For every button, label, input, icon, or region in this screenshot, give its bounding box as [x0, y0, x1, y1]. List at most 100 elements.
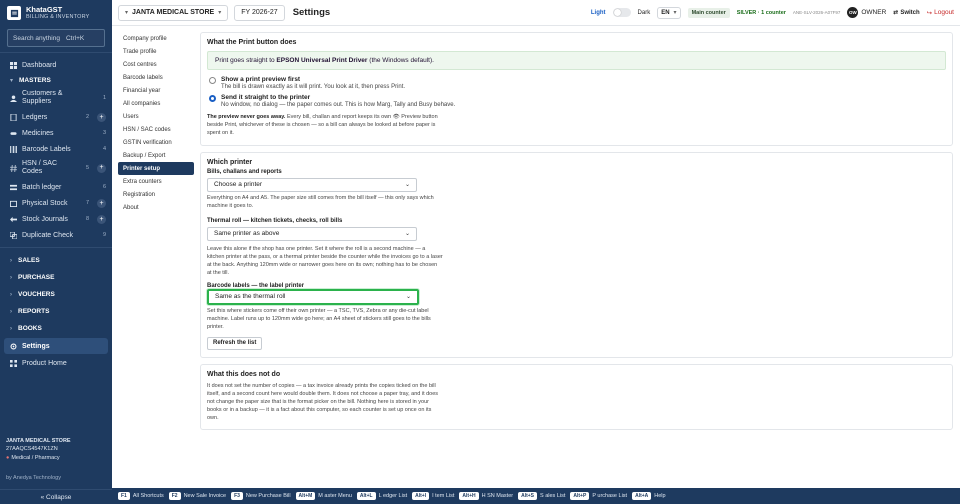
sidebar-group-sales[interactable]: › SALES: [0, 252, 112, 269]
theme-toggle[interactable]: [612, 8, 631, 17]
shortcut-item[interactable]: Alt+I I tem List: [412, 492, 454, 500]
sidebar-item-duplicate-check[interactable]: Duplicate Check 9: [0, 227, 112, 243]
field-label: Bills, challans and reports: [207, 168, 282, 175]
thermal-printer-select[interactable]: Same printer as above ⌄: [207, 226, 417, 241]
chevron-down-icon: ▾: [673, 10, 677, 16]
sidebar-item-physical-stock[interactable]: Physical Stock 7 +: [0, 195, 112, 211]
shortcut-item[interactable]: Alt+H H SN Master: [459, 492, 513, 500]
shortcut-key: F3: [231, 492, 243, 500]
label-printer-select[interactable]: Same as the thermal roll ⌄: [207, 288, 419, 305]
shortcut-number: 9: [102, 232, 106, 238]
sidebar-group-vouchers[interactable]: › VOUCHERS: [0, 286, 112, 303]
org-name: JANTA MEDICAL STORE: [6, 438, 71, 444]
sidebar-item-hsn-sac[interactable]: HSN / SAC Codes 5 +: [0, 157, 112, 179]
search-shortcut: Ctrl+K: [65, 34, 85, 42]
add-hsn-button[interactable]: +: [97, 163, 106, 173]
add-physical-stock-button[interactable]: +: [97, 198, 106, 208]
brand-subtitle: BILLING & INVENTORY: [26, 14, 90, 21]
settings-nav-item[interactable]: Company profile: [118, 32, 194, 45]
collapse-button[interactable]: « Collapse: [0, 489, 112, 504]
sidebar-item-medicines[interactable]: Medicines 3: [0, 125, 112, 141]
settings-nav-item[interactable]: Trade profile: [118, 45, 194, 58]
settings-nav-item[interactable]: All companies: [118, 97, 194, 110]
user-menu[interactable]: OW OWNER: [847, 7, 886, 18]
option-preview[interactable]: Show a print preview first The bill is d…: [209, 76, 944, 90]
shortcut-item[interactable]: F1 All Shortcuts: [118, 492, 164, 500]
sidebar-item-batch-ledger[interactable]: Batch ledger 6: [0, 179, 112, 195]
sidebar-item-product-home[interactable]: Product Home: [0, 355, 112, 372]
settings-nav-item[interactable]: Extra counters: [118, 175, 194, 188]
shortcut-number: 5: [85, 164, 89, 171]
add-stock-journal-button[interactable]: +: [97, 214, 106, 224]
counter-badge[interactable]: Main counter: [687, 7, 730, 18]
journal-icon: [10, 216, 17, 223]
sidebar-item-label: Physical Stock: [22, 199, 68, 207]
shortcut-number: 8: [85, 216, 89, 222]
chevron-down-icon: ⌄: [405, 294, 411, 301]
shortcut-number: 2: [85, 114, 89, 120]
company-selector[interactable]: ▾ JANTA MEDICAL STORE ▾: [118, 4, 229, 21]
shortcut-key: F1: [118, 492, 130, 500]
sidebar-item-ledgers[interactable]: Ledgers 2 +: [0, 109, 112, 125]
settings-nav-item[interactable]: Barcode labels: [118, 71, 194, 84]
sidebar-item-dashboard[interactable]: Dashboard: [0, 57, 112, 73]
settings-nav-item[interactable]: Cost centres: [118, 58, 194, 71]
search-input[interactable]: Search anything Ctrl+K: [7, 29, 105, 47]
shortcut-label: P urchase List: [592, 493, 628, 499]
shortcut-key: Alt+P: [570, 492, 590, 500]
shortcut-item[interactable]: Alt+M M aster Menu: [295, 492, 352, 500]
shortcut-label: New Sale Invoice: [183, 493, 227, 499]
sidebar-group-purchase[interactable]: › PURCHASE: [0, 269, 112, 286]
sidebar-item-stock-journals[interactable]: Stock Journals 8 +: [0, 211, 112, 227]
sidebar-group-masters[interactable]: ▾ MASTERS: [0, 73, 112, 87]
theme-dark-label: Dark: [637, 9, 651, 16]
logout-button[interactable]: ↪ Logout: [927, 9, 954, 17]
settings-nav-item[interactable]: Financial year: [118, 84, 194, 97]
settings-nav-item[interactable]: GSTIN verification: [118, 136, 194, 149]
settings-nav-item[interactable]: Backup / Export: [118, 149, 194, 162]
language-selector[interactable]: EN ▾: [657, 6, 681, 19]
radio-preview[interactable]: [209, 77, 216, 84]
shortcut-key: Alt+M: [295, 492, 316, 500]
body-text: It does not set the number of copies — a…: [207, 382, 439, 421]
shortcut-item[interactable]: Alt+L L edger List: [356, 492, 407, 500]
sidebar-item-label: Medicines: [22, 129, 54, 137]
option-direct[interactable]: Send it straight to the printer No windo…: [209, 94, 944, 108]
banner-text: (the Windows default).: [367, 57, 434, 64]
company-name: JANTA MEDICAL STORE: [132, 9, 215, 16]
bills-printer-select[interactable]: Choose a printer ⌄: [207, 177, 417, 192]
language-value: EN: [661, 9, 670, 16]
radio-direct[interactable]: [209, 95, 216, 102]
shortcut-key: F2: [168, 492, 181, 500]
refresh-list-button[interactable]: Refresh the list: [207, 336, 263, 350]
fy-selector[interactable]: FY 2026-27: [234, 4, 285, 21]
option-title: Show a print preview first: [221, 76, 301, 83]
sidebar-item-settings[interactable]: Settings: [4, 338, 108, 354]
settings-nav-item[interactable]: Registration: [118, 188, 194, 201]
sidebar-group-books[interactable]: › BOOKS: [0, 320, 112, 337]
status-banner: Print goes straight to EPSON Universal P…: [207, 51, 946, 70]
sidebar-item-barcode-labels[interactable]: Barcode Labels 4: [0, 141, 112, 157]
shortcut-item[interactable]: Alt+P P urchase List: [570, 492, 627, 500]
settings-nav-item[interactable]: HSN / SAC codes: [118, 123, 194, 136]
settings-nav-item[interactable]: Users: [118, 110, 194, 123]
brand[interactable]: KhataGST BILLING & INVENTORY: [0, 0, 112, 26]
shortcut-item[interactable]: F3 New Purchase Bill: [231, 492, 291, 500]
sidebar-item-label: Barcode Labels: [22, 145, 71, 153]
which-printer-card: Which printer Bills, challans and report…: [200, 151, 953, 358]
chevron-down-icon: ▾: [10, 77, 14, 84]
note-bold: The preview never goes away.: [207, 114, 286, 120]
shortcut-number: 1: [102, 94, 106, 101]
switch-button[interactable]: ⇄ Switch: [893, 9, 919, 17]
shortcut-item[interactable]: Alt+A Help: [632, 492, 666, 500]
shortcut-item[interactable]: Alt+S S ales List: [518, 492, 565, 500]
sidebar-item-customers-suppliers[interactable]: Customers & Suppliers 1: [0, 87, 112, 109]
sidebar-group-reports[interactable]: › REPORTS: [0, 303, 112, 320]
settings-nav-item[interactable]: About: [118, 201, 194, 214]
shortcut-item[interactable]: F2 New Sale Invoice: [168, 492, 227, 500]
sidebar-group-label: VOUCHERS: [18, 291, 55, 298]
add-ledger-button[interactable]: +: [97, 112, 106, 122]
settings-nav-item[interactable]: Printer setup: [118, 162, 194, 175]
divider: [0, 247, 112, 248]
option-description: No window, no dialog — the paper comes o…: [221, 102, 456, 108]
